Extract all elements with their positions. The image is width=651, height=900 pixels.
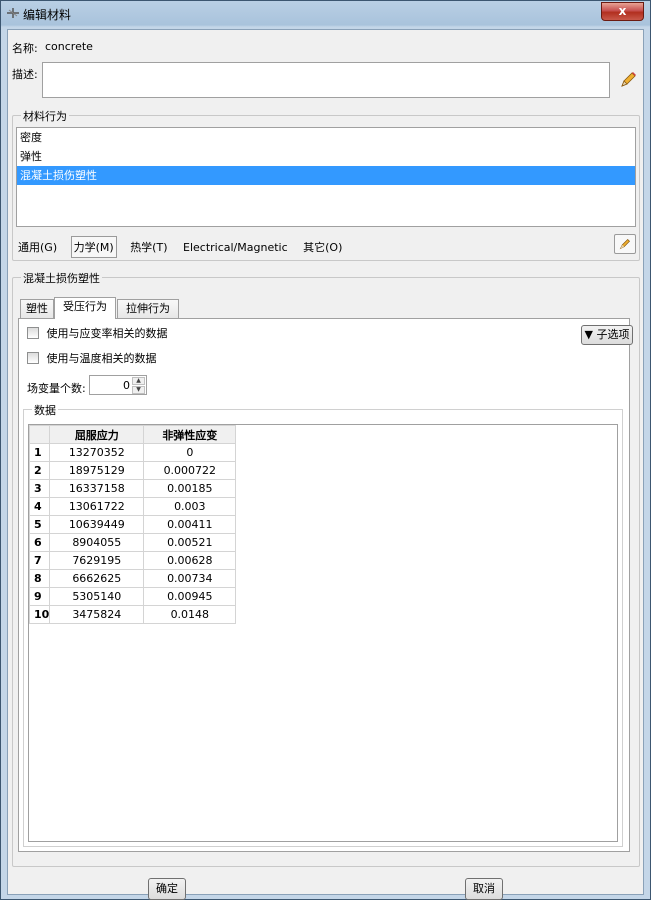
- data-table: 屈服应力 非弹性应变 1 13270352 0 2 18975129 0.000722 …: [28, 425, 237, 624]
- table-row[interactable]: 10 3475824 0.0148: [28, 605, 237, 624]
- tab-tensile-behavior[interactable]: 拉伸行为: [117, 299, 179, 319]
- yield-stress-cell[interactable]: 3475824: [49, 605, 145, 624]
- data-group: 数据 屈服应力 非弹性应变 1 13270352 0 2 18975129 0.…: [23, 402, 623, 847]
- close-button[interactable]: x: [601, 2, 644, 21]
- cdp-group-title: 混凝土损伤塑性: [21, 270, 102, 286]
- description-input[interactable]: [42, 62, 610, 98]
- data-table-container[interactable]: 屈服应力 非弹性应变 1 13270352 0 2 18975129 0.000722 …: [28, 424, 618, 842]
- yield-stress-cell[interactable]: 5305140: [49, 587, 145, 606]
- behavior-menu-bar: 通用(G) 力学(M) 热学(T) Electrical/Magnetic 其它…: [16, 236, 352, 258]
- table-row[interactable]: 2 18975129 0.000722: [28, 461, 237, 480]
- spin-down-icon[interactable]: ▼: [132, 386, 145, 394]
- tab-compressive-behavior[interactable]: 受压行为: [54, 297, 116, 319]
- yield-stress-cell[interactable]: 8904055: [49, 533, 145, 552]
- row-number: 1: [28, 443, 51, 462]
- table-row[interactable]: 8 6662625 0.00734: [28, 569, 237, 588]
- strain-rate-option[interactable]: 使用与应变率相关的数据: [27, 327, 168, 343]
- inelastic-strain-cell[interactable]: 0.003: [143, 497, 237, 516]
- tab-plasticity[interactable]: 塑性: [20, 299, 54, 319]
- temperature-option[interactable]: 使用与温度相关的数据: [27, 352, 157, 368]
- row-number: 2: [28, 461, 51, 480]
- row-number: 5: [28, 515, 51, 534]
- window-title: 编辑材料: [23, 8, 72, 22]
- edit-material-window: 编辑材料 x 名称: concrete 描述: 材料行为 密度 弹性 混凝土损伤…: [0, 0, 651, 900]
- table-row[interactable]: 6 8904055 0.00521: [28, 533, 237, 552]
- suboptions-button[interactable]: ▼ 子选项: [581, 325, 633, 345]
- ok-button[interactable]: 确定: [148, 878, 186, 900]
- field-variables-value: 0: [123, 379, 130, 392]
- edit-pencil-icon[interactable]: [618, 70, 638, 90]
- inelastic-strain-cell[interactable]: 0.00411: [143, 515, 237, 534]
- row-number: 4: [28, 497, 51, 516]
- edit-behavior-button[interactable]: [614, 234, 636, 254]
- triangle-down-icon: ▼: [584, 328, 593, 341]
- table-row[interactable]: 7 7629195 0.00628: [28, 551, 237, 570]
- row-number: 8: [28, 569, 51, 588]
- corner-cell: [28, 425, 51, 444]
- strain-rate-checkbox[interactable]: [27, 327, 39, 339]
- menu-general[interactable]: 通用(G): [16, 237, 59, 257]
- menu-other[interactable]: 其它(O): [301, 237, 344, 257]
- column-header-inelastic-strain[interactable]: 非弹性应变: [143, 425, 237, 444]
- material-behaviors-title: 材料行为: [21, 108, 69, 124]
- name-label: 名称:: [12, 42, 38, 55]
- inelastic-strain-cell[interactable]: 0.00521: [143, 533, 237, 552]
- yield-stress-cell[interactable]: 10639449: [49, 515, 145, 534]
- behavior-item-concrete-damaged-plasticity[interactable]: 混凝土损伤塑性: [17, 166, 635, 185]
- title-bar[interactable]: 编辑材料 x: [1, 1, 650, 25]
- app-icon: [7, 8, 19, 18]
- behavior-item-elastic[interactable]: 弹性: [17, 147, 635, 166]
- pencil-icon: [619, 238, 631, 250]
- table-row[interactable]: 5 10639449 0.00411: [28, 515, 237, 534]
- table-row[interactable]: 3 16337158 0.00185: [28, 479, 237, 498]
- inelastic-strain-cell[interactable]: 0.00628: [143, 551, 237, 570]
- yield-stress-cell[interactable]: 7629195: [49, 551, 145, 570]
- menu-mechanical[interactable]: 力学(M): [70, 236, 117, 258]
- row-number: 7: [28, 551, 51, 570]
- row-number: 6: [28, 533, 51, 552]
- name-value: concrete: [45, 40, 93, 53]
- temperature-checkbox[interactable]: [27, 352, 39, 364]
- table-row[interactable]: 4 13061722 0.003: [28, 497, 237, 516]
- table-row[interactable]: 1 13270352 0: [28, 443, 237, 462]
- inelastic-strain-cell[interactable]: 0.00185: [143, 479, 237, 498]
- yield-stress-cell[interactable]: 6662625: [49, 569, 145, 588]
- field-variables-label: 场变量个数:: [27, 382, 86, 395]
- behavior-list[interactable]: 密度 弹性 混凝土损伤塑性: [16, 127, 636, 227]
- temperature-label: 使用与温度相关的数据: [46, 352, 157, 365]
- table-row[interactable]: 9 5305140 0.00945: [28, 587, 237, 606]
- compressive-behavior-panel: 使用与应变率相关的数据 ▼ 子选项 使用与温度相关的数据 场变量个数: 0 ▲ …: [18, 318, 633, 852]
- field-variables-spinner[interactable]: 0 ▲ ▼: [89, 375, 147, 395]
- menu-electrical-magnetic[interactable]: Electrical/Magnetic: [181, 239, 290, 256]
- menu-thermal[interactable]: 热学(T): [128, 237, 169, 257]
- inelastic-strain-cell[interactable]: 0.000722: [143, 461, 237, 480]
- row-number: 3: [28, 479, 51, 498]
- cancel-button[interactable]: 取消: [465, 878, 503, 900]
- data-group-title: 数据: [32, 402, 58, 418]
- spin-up-icon[interactable]: ▲: [132, 377, 145, 385]
- inelastic-strain-cell[interactable]: 0.00945: [143, 587, 237, 606]
- description-label: 描述:: [12, 68, 38, 81]
- yield-stress-cell[interactable]: 18975129: [49, 461, 145, 480]
- yield-stress-cell[interactable]: 13270352: [49, 443, 145, 462]
- strain-rate-label: 使用与应变率相关的数据: [46, 327, 168, 340]
- yield-stress-cell[interactable]: 13061722: [49, 497, 145, 516]
- inelastic-strain-cell[interactable]: 0: [143, 443, 237, 462]
- suboptions-label: 子选项: [596, 328, 630, 341]
- behavior-item-density[interactable]: 密度: [17, 128, 635, 147]
- row-number: 10: [28, 605, 51, 624]
- dialog-body: 名称: concrete 描述: 材料行为 密度 弹性 混凝土损伤塑性 通用(G…: [7, 29, 644, 900]
- inelastic-strain-cell[interactable]: 0.0148: [143, 605, 237, 624]
- row-number: 9: [28, 587, 51, 606]
- inelastic-strain-cell[interactable]: 0.00734: [143, 569, 237, 588]
- column-header-yield-stress[interactable]: 屈服应力: [49, 425, 145, 444]
- yield-stress-cell[interactable]: 16337158: [49, 479, 145, 498]
